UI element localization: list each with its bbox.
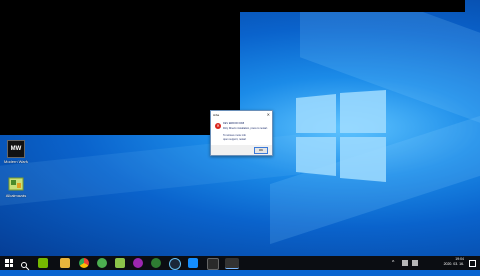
explorer-icon[interactable] [60,258,70,268]
black-overlay-top [240,0,465,12]
dialog-message-line: To retrieve more info [223,134,246,137]
windows-logo [296,90,386,182]
game-icon[interactable] [133,258,143,268]
steam-icon[interactable] [169,258,181,270]
tray-clock[interactable]: 19:04 2020. 03. 16. [444,257,464,267]
tray-date: 2020. 03. 16. [443,262,464,266]
desktop-icon-mw[interactable]: MW Modern Warfare [4,140,28,164]
start-button[interactable] [4,258,14,268]
battlenet-icon[interactable] [188,258,198,268]
close-icon[interactable]: ✕ [267,112,270,117]
dialog-footer: OK [211,145,272,155]
speaker-icon[interactable] [402,260,408,266]
taskbar: ^ 19:04 2020. 03. 16. [0,256,480,271]
windows-icon [5,259,9,263]
desktop-wallpaper: MW Modern Warfare Alkalmazás Hiba ✕ ✕ DE… [0,0,480,256]
notification-icon[interactable] [469,260,476,267]
app-icon[interactable] [115,258,125,268]
dialog-title: Hiba [213,113,220,117]
error-icon: ✕ [215,123,221,129]
dialog-message-line: DEV ERROR 6068 [223,122,245,125]
network-icon[interactable] [412,260,418,266]
dialog-message-line: open support, restart [223,138,247,141]
mw-icon[interactable] [225,258,239,269]
desktop-icon-caption: Alkalmazás [5,193,27,198]
dialog-body: ✕ DEV ERROR 6068 Dirty Directx installat… [211,119,272,145]
desktop-icon-caption: Modern Warfare [4,159,28,164]
desktop-icon-app[interactable]: Alkalmazás [4,176,28,198]
search-icon[interactable] [20,258,30,271]
xbox-icon[interactable] [151,258,161,268]
xbox-icon[interactable] [97,258,107,268]
desktop-icon[interactable] [207,258,219,270]
error-dialog: Hiba ✕ ✕ DEV ERROR 6068 Dirty Directx in… [210,110,273,156]
chrome-icon[interactable] [79,258,89,268]
nvidia-icon[interactable] [38,258,48,268]
dialog-message-line: Dirty Directx installation, press to res… [223,127,268,130]
black-overlay-window [0,0,240,135]
application-icon [8,176,24,192]
mw-icon: MW [7,140,25,158]
chevron-up-icon[interactable]: ^ [392,260,398,266]
ok-button[interactable]: OK [254,147,268,154]
